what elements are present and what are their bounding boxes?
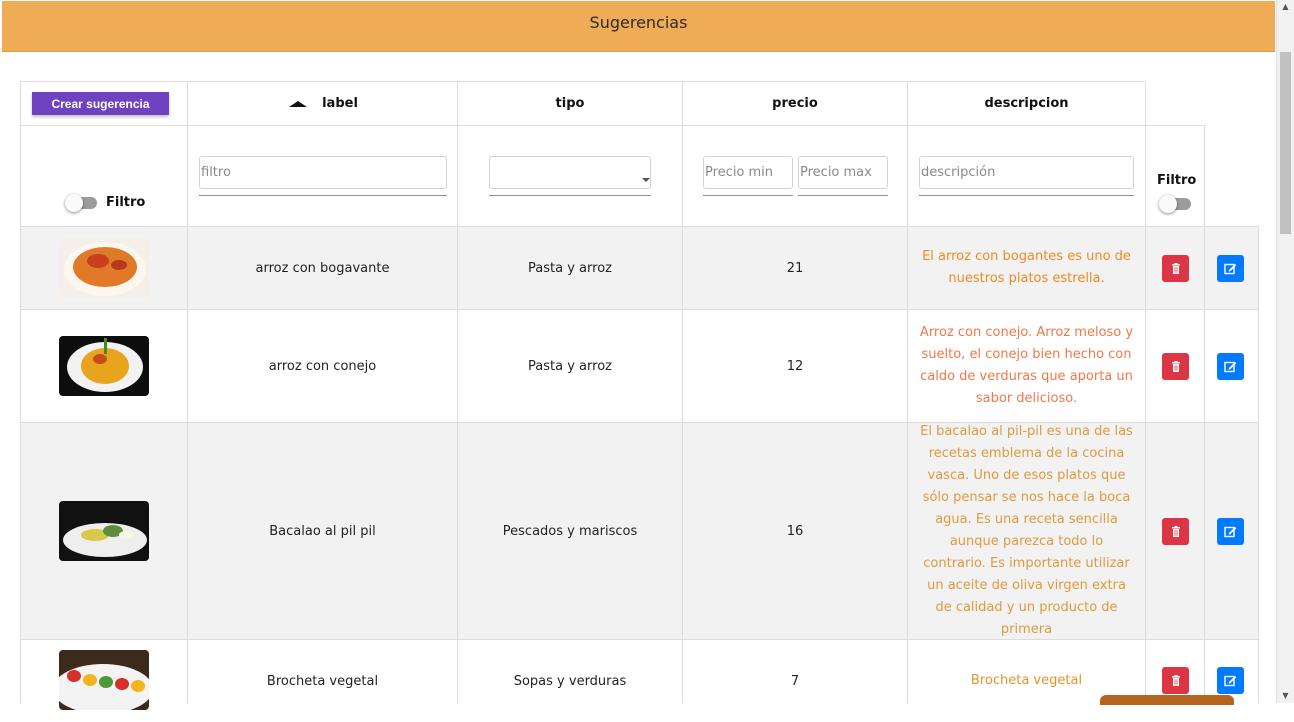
- delete-button[interactable]: [1162, 518, 1189, 545]
- price-min-input[interactable]: [703, 156, 793, 189]
- dish-image: [59, 650, 149, 710]
- row-label: Brocheta vegetal: [266, 673, 379, 689]
- trash-icon: [1171, 675, 1180, 686]
- row-tipo: Pescados y mariscos: [502, 523, 638, 539]
- edit-icon: [1224, 361, 1237, 373]
- row-tipo: Pasta y arroz: [528, 358, 612, 374]
- scroll-down-icon[interactable]: ▼: [1277, 689, 1294, 703]
- scroll-up-icon[interactable]: ▲: [1277, 0, 1294, 14]
- row-descripcion: El bacalao al pil-pil es una de las rece…: [920, 424, 1133, 637]
- page-title: Sugerencias: [589, 12, 688, 32]
- label-filter-input[interactable]: [199, 156, 447, 189]
- page-header: Sugerencias: [2, 1, 1275, 52]
- price-max-input[interactable]: [798, 156, 888, 189]
- row-label: Bacalao al pil pil: [269, 523, 376, 539]
- delete-button[interactable]: [1162, 255, 1189, 282]
- row-label: arroz con conejo: [268, 358, 377, 374]
- row-descripcion: Arroz con conejo. Arroz meloso y suelto,…: [919, 325, 1134, 406]
- edit-icon: [1224, 675, 1237, 687]
- edit-button[interactable]: [1217, 255, 1244, 282]
- row-precio: 12: [786, 358, 804, 374]
- row-tipo: Pasta y arroz: [528, 260, 612, 276]
- floating-tab[interactable]: [1100, 695, 1234, 705]
- delete-button[interactable]: [1162, 667, 1189, 694]
- edit-icon: [1224, 263, 1237, 275]
- row-precio: 21: [786, 260, 804, 276]
- chevron-down-icon: [642, 178, 650, 182]
- row-descripcion: Brocheta vegetal: [970, 673, 1083, 688]
- trash-icon: [1171, 526, 1180, 537]
- dish-image: [59, 336, 149, 396]
- row-precio: 16: [786, 523, 804, 539]
- edit-button[interactable]: [1217, 667, 1244, 694]
- trash-icon: [1171, 361, 1180, 372]
- description-filter-input[interactable]: [919, 156, 1134, 189]
- actions-filter-label: Filtro: [1157, 173, 1197, 188]
- edit-button[interactable]: [1217, 353, 1244, 380]
- column-header-descripcion[interactable]: descripcion: [908, 82, 1145, 125]
- dish-image: [59, 501, 149, 561]
- column-header-tipo[interactable]: tipo: [458, 82, 682, 125]
- column-header-precio[interactable]: precio: [683, 82, 907, 125]
- row-label: arroz con bogavante: [255, 260, 390, 276]
- column-header-label[interactable]: label: [300, 82, 380, 125]
- row-descripcion: El arroz con bogantes es uno de nuestros…: [922, 249, 1131, 286]
- edit-button[interactable]: [1217, 518, 1244, 545]
- delete-button[interactable]: [1162, 353, 1189, 380]
- trash-icon: [1171, 263, 1180, 274]
- vertical-scrollbar[interactable]: ▲ ▼: [1276, 0, 1294, 703]
- tipo-filter-select[interactable]: [489, 156, 651, 189]
- dish-image: [59, 238, 149, 298]
- row-tipo: Sopas y verduras: [513, 673, 627, 689]
- image-filter-label: Filtro: [106, 195, 146, 210]
- create-suggestion-button[interactable]: Crear sugerencia: [32, 92, 169, 115]
- row-precio: 7: [790, 673, 800, 689]
- actions-filter-toggle[interactable]: [1159, 195, 1191, 213]
- scrollbar-thumb[interactable]: [1280, 52, 1291, 234]
- edit-icon: [1224, 526, 1237, 538]
- image-filter-toggle[interactable]: [65, 194, 97, 212]
